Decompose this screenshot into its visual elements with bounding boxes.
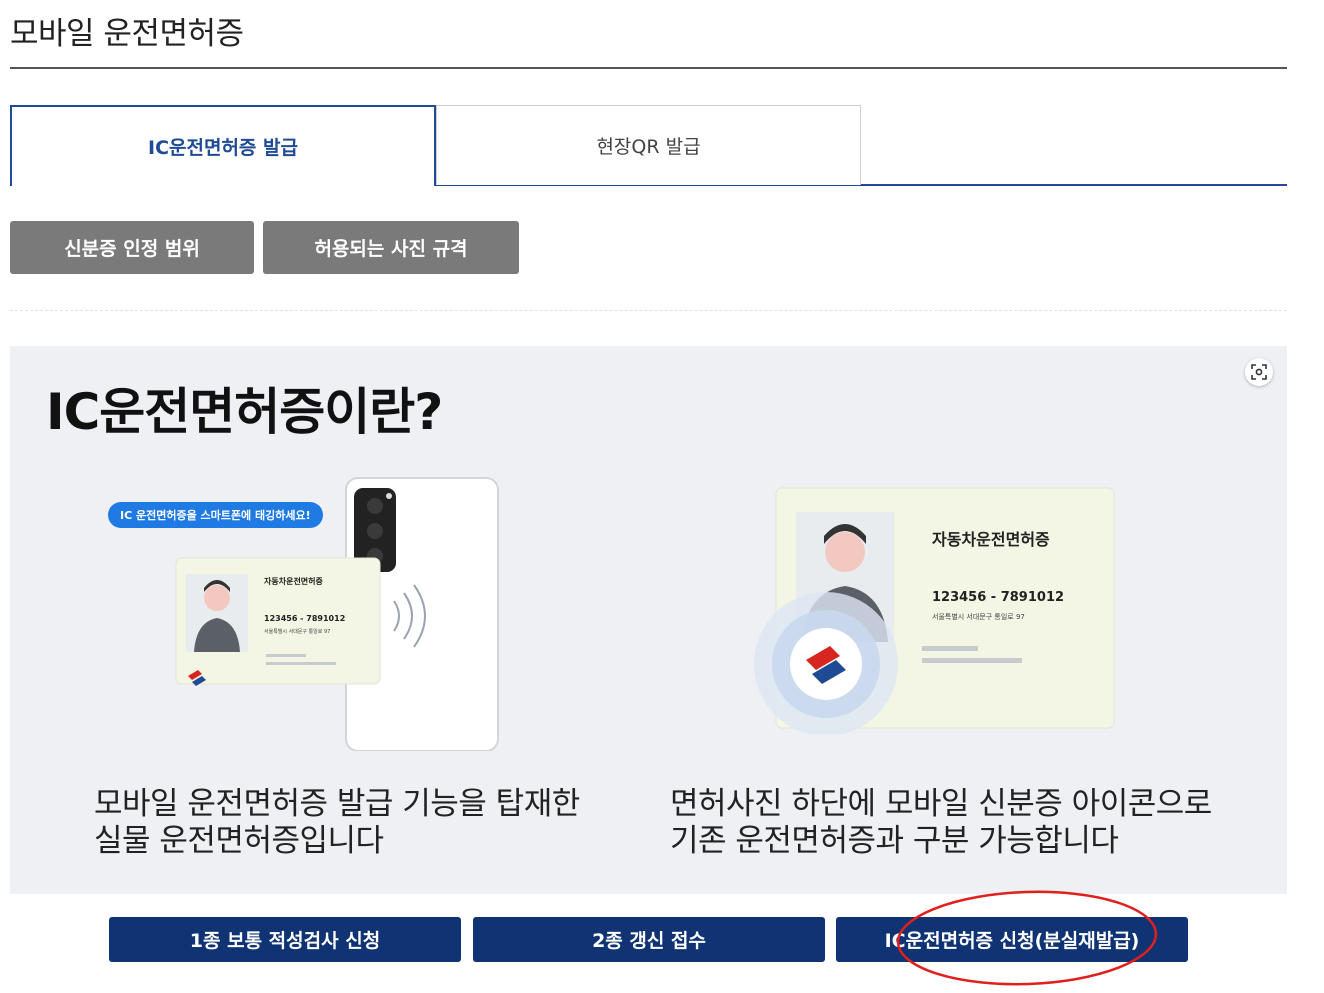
right-card-address: 서울특별시 서대문구 통일로 97 xyxy=(932,613,1025,621)
panel-heading: IC운전면허증이란? xyxy=(46,383,443,441)
right-card-title: 자동차운전면허증 xyxy=(932,530,1050,549)
left-caption: 모바일 운전면허증 발급 기능을 탑재한 실물 운전면허증입니다 xyxy=(94,786,580,860)
class1-aptitude-test-button[interactable]: 1종 보통 적성검사 신청 xyxy=(109,917,461,962)
left-card-number: 123456 - 7891012 xyxy=(264,614,346,623)
zoom-icon[interactable] xyxy=(1245,358,1273,386)
tab-ic-license[interactable]: IC운전면허증 발급 xyxy=(10,105,436,186)
right-caption-line1: 면허사진 하단에 모바일 신분증 아이콘으로 xyxy=(670,786,1212,822)
right-card-number: 123456 - 7891012 xyxy=(932,590,1065,605)
left-card-address: 서울특별시 서대문구 통일로 97 xyxy=(264,629,331,635)
info-panel: IC운전면허증이란? IC 운전면허증을 스마트폰에 태깅하세요! 자동차운전면… xyxy=(10,346,1287,894)
section-divider xyxy=(10,310,1287,311)
title-divider xyxy=(10,67,1287,69)
red-highlight-ellipse xyxy=(896,890,1158,986)
page-title: 모바일 운전면허증 xyxy=(10,16,244,52)
license-card-illustration: 자동차운전면허증 123456 - 7891012 서울특별시 서대문구 통일로… xyxy=(742,484,1142,734)
left-caption-line2: 실물 운전면허증입니다 xyxy=(94,823,384,859)
tab-onsite-qr[interactable]: 현장QR 발급 xyxy=(436,105,861,185)
left-card-title: 자동차운전면허증 xyxy=(264,577,323,586)
left-caption-line1: 모바일 운전면허증 발급 기능을 탑재한 xyxy=(94,786,580,822)
nfc-tagging-illustration: IC 운전면허증을 스마트폰에 태깅하세요! 자동차운전면허증 123456 -… xyxy=(96,476,516,751)
photo-spec-button[interactable]: 허용되는 사진 규격 xyxy=(263,221,519,274)
class2-renewal-button[interactable]: 2종 갱신 접수 xyxy=(473,917,825,962)
id-scope-button[interactable]: 신분증 인정 범위 xyxy=(10,221,254,274)
right-caption: 면허사진 하단에 모바일 신분증 아이콘으로 기존 운전면허증과 구분 가능합니… xyxy=(670,786,1212,860)
right-caption-line2: 기존 운전면허증과 구분 가능합니다 xyxy=(670,823,1119,859)
nfc-hint-bubble: IC 운전면허증을 스마트폰에 태깅하세요! xyxy=(108,502,323,528)
